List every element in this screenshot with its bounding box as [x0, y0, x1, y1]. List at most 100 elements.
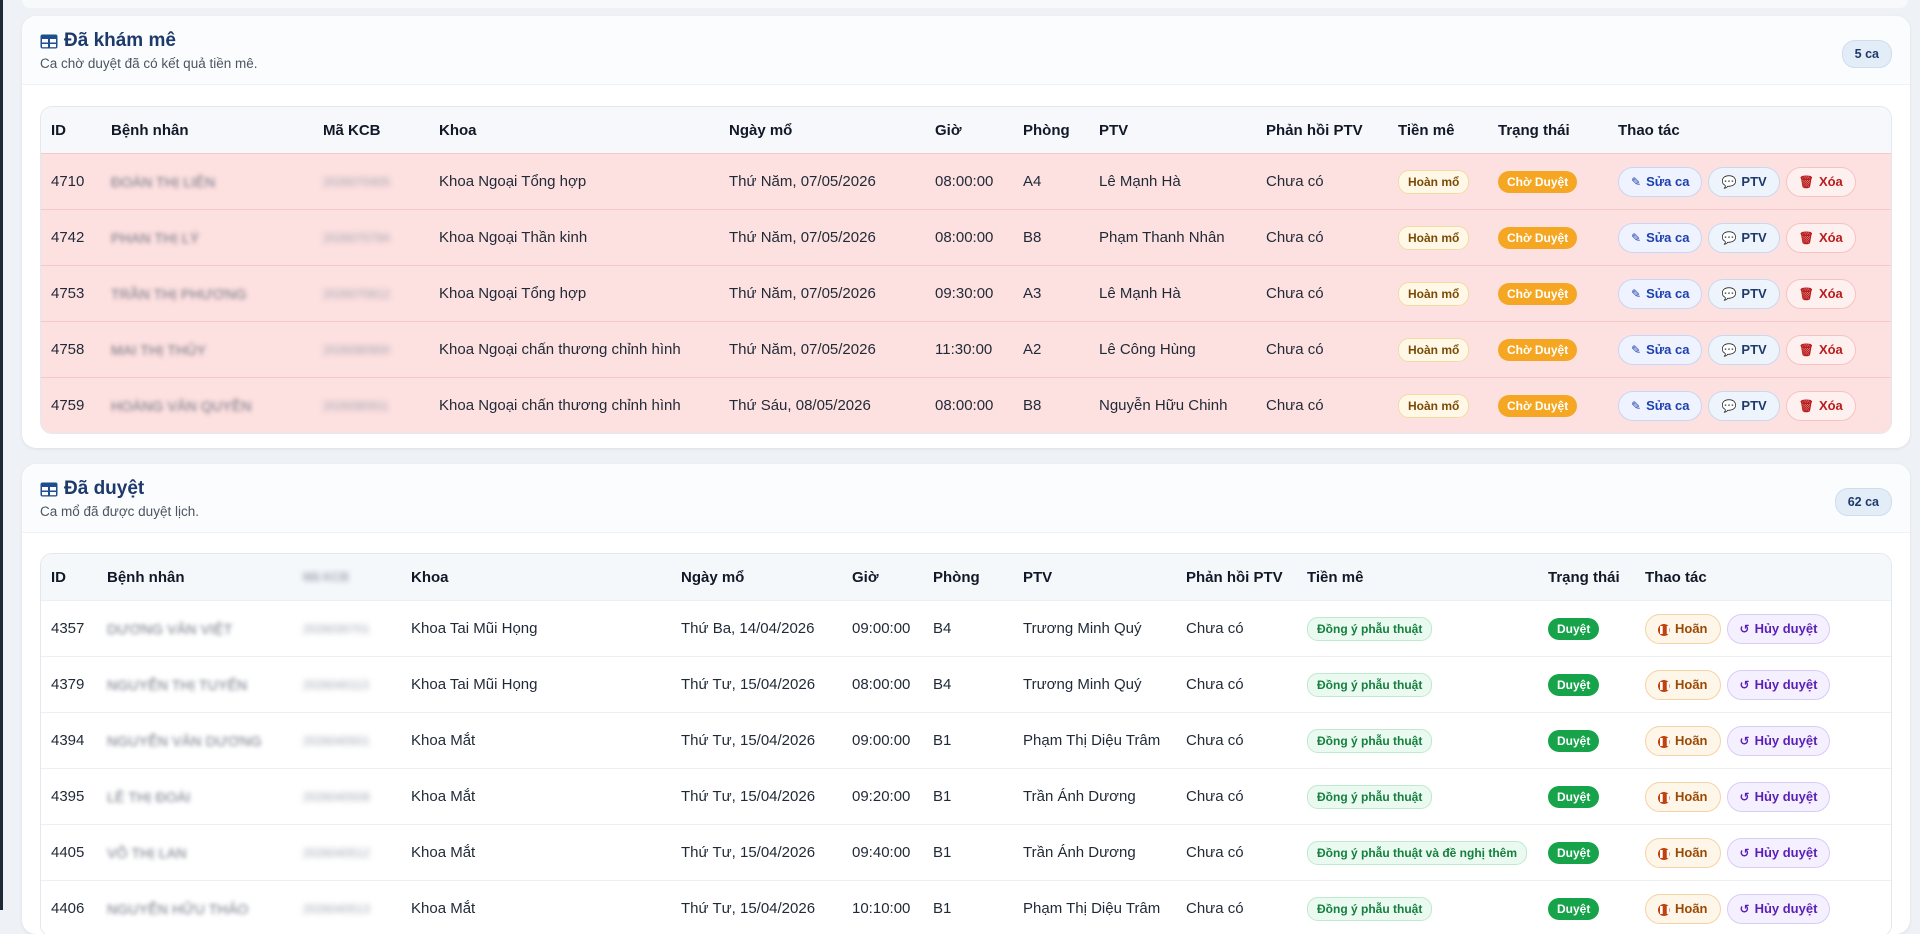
col-time-value: 08:00:00	[935, 229, 994, 246]
postpone-button[interactable]: ❚❚ Hoãn	[1645, 725, 1721, 756]
col-status-header: Trạng thái	[1548, 568, 1620, 586]
table-row[interactable]: 4394 NGUYỄN VĂN DƯƠNG 2026040501 Khoa Mắt Th…	[41, 712, 1891, 768]
postpone-button[interactable]: ❚❚ Hoãn	[1645, 893, 1721, 924]
table-row[interactable]: 4406 NGUYỄN HỮU THẢO 2026040513 Khoa Mắt Thứ…	[41, 880, 1891, 934]
cancel-approval-button[interactable]: ↺ Hủy duyệt	[1726, 613, 1831, 644]
delete-button-label: Xóa	[1818, 398, 1843, 413]
cancel-approval-button-label: Hủy duyệt	[1754, 845, 1818, 860]
cancel-approval-button[interactable]: ↺ Hủy duyệt	[1726, 781, 1831, 812]
section-header: Đã khám mê Ca chờ duyệt đã có kết quả ti…	[22, 16, 1910, 85]
col-feedback-value: Chưa có	[1186, 844, 1244, 861]
col-dept-value: Khoa Mắt	[411, 900, 476, 917]
ptv-button[interactable]: 💬 PTV	[1708, 166, 1780, 197]
anesthesia-pill: Hoàn mổ	[1398, 225, 1470, 250]
approved-section: Đã duyệt Ca mổ đã được duyệt lịch. 62 ca…	[22, 464, 1910, 934]
col-room-header: Phòng	[1023, 121, 1070, 139]
col-id-header: ID	[51, 121, 66, 139]
ptv-button-label: PTV	[1741, 230, 1767, 245]
ptv-button[interactable]: 💬 PTV	[1708, 222, 1780, 253]
table-header-row: ID Bệnh nhân Mã KCB Khoa Ngày mổ Giờ Phòng PTV P…	[41, 107, 1891, 153]
anesthesia-badge: Đồng ý phẫu thuật	[1307, 769, 1433, 824]
postpone-button[interactable]: ❚❚ Hoãn	[1645, 781, 1721, 812]
edit-button[interactable]: ✎ Sửa ca	[1618, 166, 1703, 197]
postpone-button[interactable]: ❚❚ Hoãn	[1645, 669, 1721, 700]
patient-name: MAI THỊ THỦY	[111, 341, 207, 358]
pause-icon: ❚❚	[1658, 680, 1672, 692]
col-actions-header: Thao tác	[1618, 121, 1680, 139]
edit-button[interactable]: ✎ Sửa ca	[1618, 334, 1703, 365]
postpone-button[interactable]: ❚❚ Hoãn	[1645, 837, 1721, 868]
section-subtitle: Ca chờ duyệt đã có kết quả tiền mê.	[40, 56, 258, 71]
comment-icon: 💬	[1721, 342, 1737, 357]
cancel-approval-button[interactable]: ↺ Hủy duyệt	[1726, 725, 1831, 756]
table-row[interactable]: 4405 VÕ THỊ LAN 2026040512 Khoa Mắt Thứ Tư, …	[41, 824, 1891, 880]
row-actions: ✎ Sửa ca 💬 PTV 🗑 Xóa	[1618, 266, 1862, 321]
row-actions: ❚❚ Hoãn ↺ Hủy duyệt	[1645, 601, 1836, 656]
table-row[interactable]: 4758 MAI THỊ THỦY 2026080900 Khoa Ngoại chấ…	[41, 321, 1891, 377]
undo-icon: ↺	[1739, 677, 1750, 692]
delete-button[interactable]: 🗑 Xóa	[1785, 390, 1856, 421]
col-dept-value: Khoa Mắt	[411, 788, 476, 805]
col-room-value: A3	[1023, 285, 1042, 302]
col-ptv-header: PTV	[1099, 121, 1129, 139]
table-row[interactable]: 4357 DƯƠNG VĂN VIỆT 2026030701 Khoa Tai Mũi…	[41, 600, 1891, 656]
table-row[interactable]: 4710 ĐOÀN THỊ LIÊN 2026070405 Khoa Ngoại Tổ…	[41, 153, 1891, 209]
edit-button[interactable]: ✎ Sửa ca	[1618, 278, 1703, 309]
col-id-value: 4710	[51, 173, 85, 190]
status-badge: Duyệt	[1548, 601, 1600, 656]
col-ptv-value: Trần Ánh Dương	[1023, 788, 1136, 805]
edit-button[interactable]: ✎ Sửa ca	[1618, 390, 1703, 421]
col-date-value: Thứ Tư, 15/04/2026	[681, 732, 816, 749]
ptv-button[interactable]: 💬 PTV	[1708, 278, 1780, 309]
col-dept-value: Khoa Ngoại chấn thương chỉnh hình	[439, 341, 681, 358]
col-id-value: 4406	[51, 900, 85, 917]
col-dept-value: Khoa Tai Mũi Họng	[411, 676, 538, 693]
status-pill: Duyệt	[1548, 617, 1600, 640]
patient-code: 2026040512	[303, 845, 370, 860]
anesthesia-badge: Đồng ý phẫu thuật	[1307, 713, 1433, 768]
window-edge	[0, 0, 3, 910]
delete-button[interactable]: 🗑 Xóa	[1785, 278, 1856, 309]
col-time-value: 08:00:00	[852, 676, 911, 693]
edit-button-label: Sửa ca	[1646, 230, 1690, 245]
col-dept-value: Khoa Ngoại chấn thương chỉnh hình	[439, 397, 681, 414]
table-row[interactable]: 4379 NGUYỄN THỊ TUYẾN 2026040113 Khoa Tai M…	[41, 656, 1891, 712]
patient-code: 2026040501	[303, 733, 370, 748]
status-pill: Chờ Duyệt	[1498, 282, 1578, 305]
col-dept-value: Khoa Ngoại Tổng hợp	[439, 173, 587, 190]
trash-icon: 🗑	[1798, 174, 1814, 189]
row-actions: ❚❚ Hoãn ↺ Hủy duyệt	[1645, 769, 1836, 824]
table-row[interactable]: 4753 TRẦN THỊ PHƯƠNG 2026070812 Khoa Ngoại …	[41, 265, 1891, 321]
delete-button[interactable]: 🗑 Xóa	[1785, 222, 1856, 253]
table-row[interactable]: 4742 PHAN THỊ LÝ 2026070794 Khoa Ngoại Thần…	[41, 209, 1891, 265]
status-pill: Duyệt	[1548, 673, 1600, 696]
delete-button[interactable]: 🗑 Xóa	[1785, 334, 1856, 365]
col-feedback-value: Chưa có	[1266, 285, 1324, 302]
postpone-button[interactable]: ❚❚ Hoãn	[1645, 613, 1721, 644]
table-row[interactable]: 4395 LÊ THỊ ĐOÀI 2026040508 Khoa Mắt Thứ Tư,…	[41, 768, 1891, 824]
ptv-button[interactable]: 💬 PTV	[1708, 334, 1780, 365]
col-ptv-value: Phạm Thanh Nhân	[1099, 229, 1225, 246]
col-dept-value: Khoa Tai Mũi Họng	[411, 620, 538, 637]
edit-button-label: Sửa ca	[1646, 174, 1690, 189]
edit-button[interactable]: ✎ Sửa ca	[1618, 222, 1703, 253]
section-header: Đã duyệt Ca mổ đã được duyệt lịch. 62 ca	[22, 464, 1910, 533]
col-room-value: B8	[1023, 397, 1042, 414]
cancel-approval-button[interactable]: ↺ Hủy duyệt	[1726, 837, 1831, 868]
anesthesia-badge: Hoàn mổ	[1398, 210, 1470, 265]
col-time-value: 09:00:00	[852, 732, 911, 749]
delete-button[interactable]: 🗑 Xóa	[1785, 166, 1856, 197]
undo-icon: ↺	[1739, 789, 1750, 804]
cancel-approval-button[interactable]: ↺ Hủy duyệt	[1726, 669, 1831, 700]
cancel-approval-button[interactable]: ↺ Hủy duyệt	[1726, 893, 1831, 924]
ptv-button[interactable]: 💬 PTV	[1708, 390, 1780, 421]
status-pill: Duyệt	[1548, 785, 1600, 808]
postpone-button-label: Hoãn	[1675, 901, 1708, 916]
count-badge: 62 ca	[1834, 488, 1892, 516]
anesthesia-badge: Hoàn mổ	[1398, 154, 1470, 209]
anesthesia-badge: Đồng ý phẫu thuật	[1307, 881, 1433, 934]
table-row[interactable]: 4759 HOÀNG VĂN QUYỀN 2026080911 Khoa Ngoại …	[41, 377, 1891, 433]
col-room-value: B1	[933, 900, 952, 917]
patient-code: 2026030701	[303, 621, 370, 636]
patient-code: 2026040113	[303, 677, 369, 692]
